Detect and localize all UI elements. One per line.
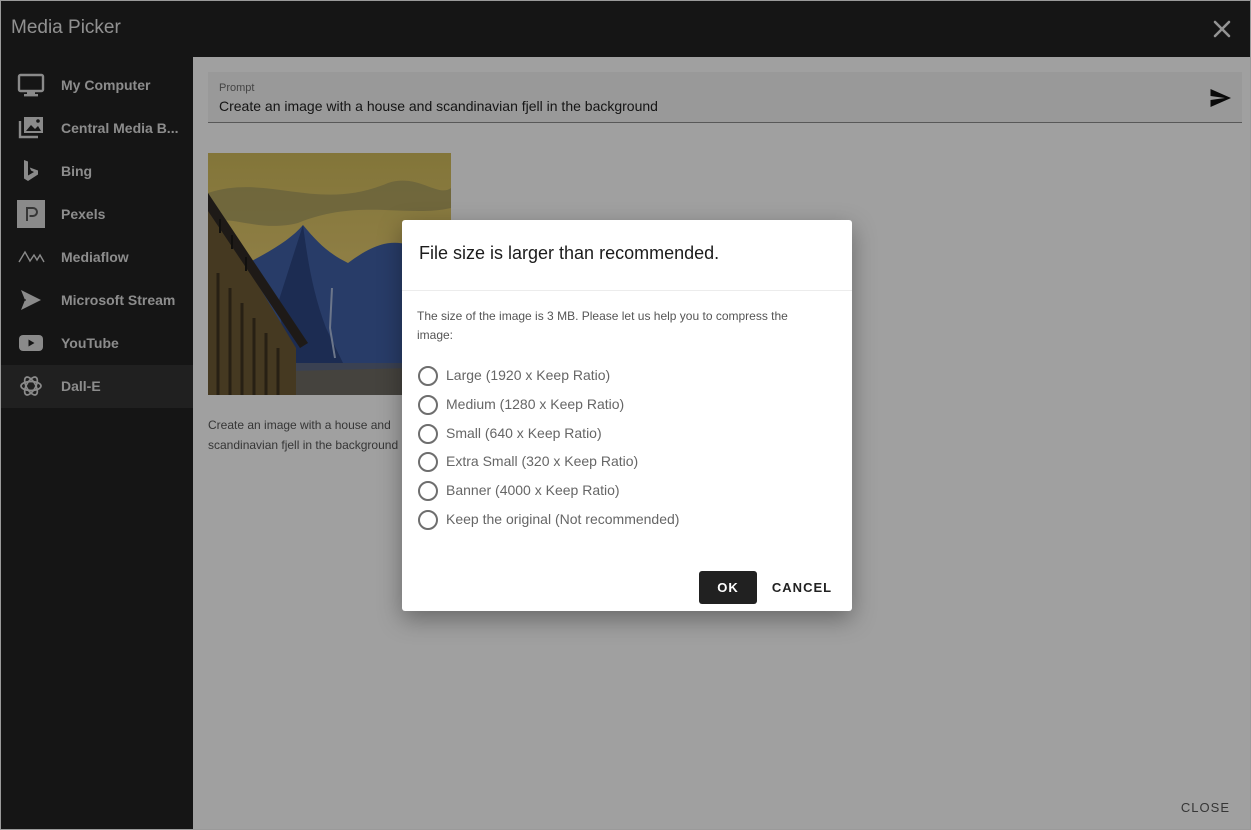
radio-button[interactable] <box>418 395 438 415</box>
option-label: Medium (1280 x Keep Ratio) <box>446 396 625 412</box>
compress-dialog: File size is larger than recommended. Th… <box>402 220 852 611</box>
option-label: Keep the original (Not recommended) <box>446 511 680 527</box>
cancel-button[interactable]: CANCEL <box>770 571 834 604</box>
option-label: Large (1920 x Keep Ratio) <box>446 367 611 383</box>
media-picker-window: Media Picker My Computer Central Media B… <box>0 0 1251 830</box>
option-label: Banner (4000 x Keep Ratio) <box>446 482 620 498</box>
radio-button[interactable] <box>418 452 438 472</box>
option-label: Extra Small (320 x Keep Ratio) <box>446 453 639 469</box>
dialog-divider <box>402 290 852 291</box>
ok-button[interactable]: OK <box>699 571 757 604</box>
radio-button[interactable] <box>418 481 438 501</box>
radio-button[interactable] <box>418 366 438 386</box>
radio-button[interactable] <box>418 424 438 444</box>
dialog-message: The size of the image is 3 MB. Please le… <box>417 309 788 342</box>
dialog-title: File size is larger than recommended. <box>419 243 720 263</box>
radio-button[interactable] <box>418 510 438 530</box>
option-label: Small (640 x Keep Ratio) <box>446 425 602 441</box>
